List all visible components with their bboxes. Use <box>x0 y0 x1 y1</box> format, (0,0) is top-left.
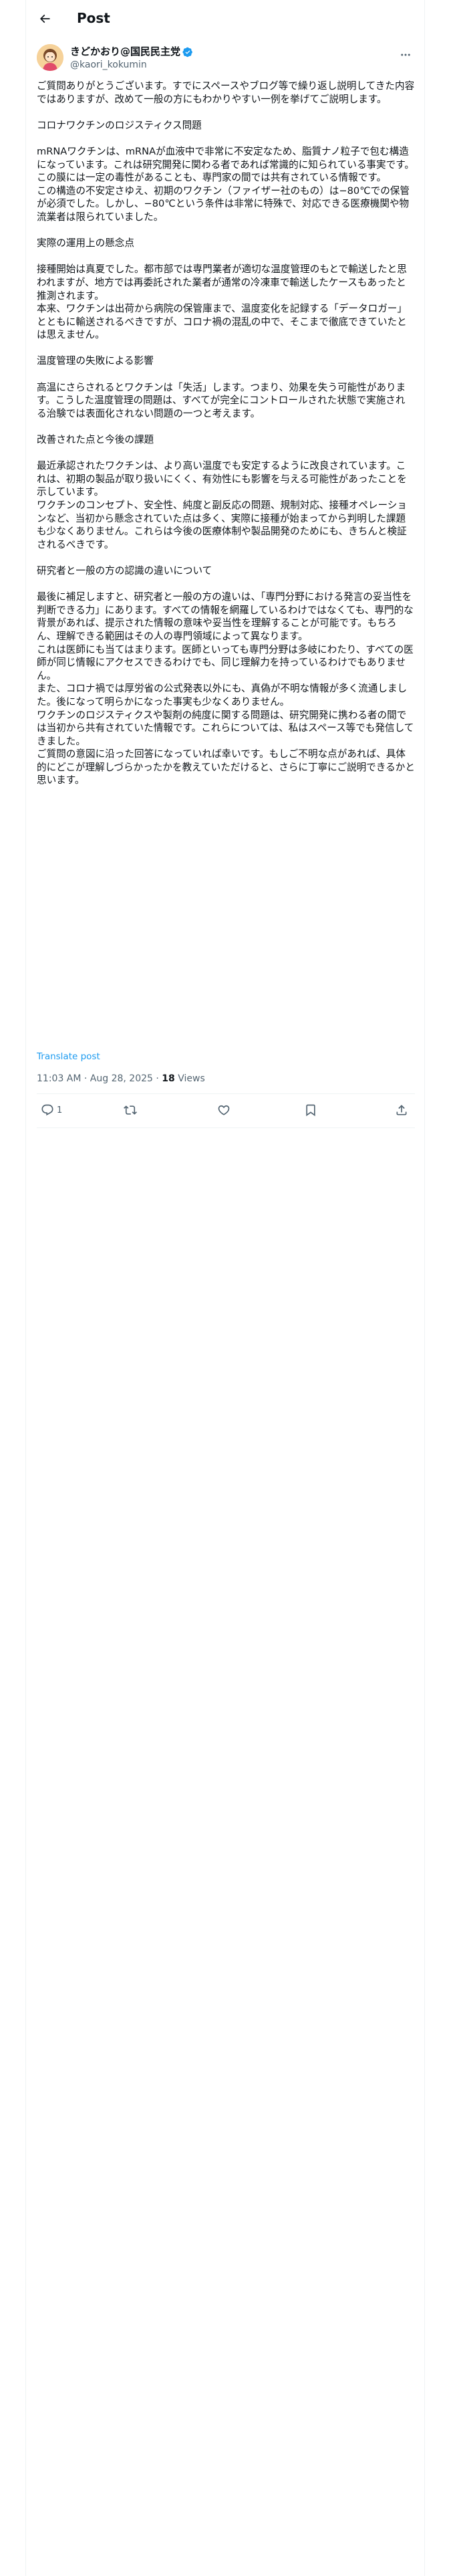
action-bar: 1 <box>37 1102 415 1118</box>
arrow-left-icon <box>39 14 50 23</box>
reply-icon <box>41 1104 53 1116</box>
post-timestamp[interactable]: 11:03 AM · Aug 28, 2025 <box>37 1073 153 1084</box>
views-count: 18 <box>162 1073 175 1084</box>
avatar-illustration-icon <box>37 44 63 71</box>
author-row: きどかおり@国民民主党 @kaori_kokumin <box>37 43 415 72</box>
reply-count: 1 <box>57 1105 63 1115</box>
page-title: Post <box>77 10 110 26</box>
top-bar: Post <box>26 0 426 37</box>
share-button[interactable] <box>395 1102 408 1118</box>
bookmark-button[interactable] <box>304 1102 317 1118</box>
author-handle[interactable]: @kaori_kokumin <box>70 59 147 71</box>
like-button[interactable] <box>217 1102 231 1118</box>
avatar[interactable] <box>37 44 63 71</box>
post-meta: 11:03 AM · Aug 28, 2025 · 18 Views <box>37 1073 205 1084</box>
back-button[interactable] <box>37 11 53 27</box>
verified-badge-icon <box>182 47 192 57</box>
post-column: Post きどかおり@国民民主党 @kaori_kokumin ご質問ありがとう… <box>25 0 425 2576</box>
more-options-button[interactable] <box>398 47 414 63</box>
more-dots-icon <box>401 53 410 56</box>
bookmark-icon <box>306 1104 315 1117</box>
meta-separator: · <box>152 1073 162 1084</box>
divider-top <box>37 1093 415 1094</box>
repost-icon <box>124 1105 137 1115</box>
heart-icon <box>218 1105 230 1115</box>
post-body: ご質問ありがとうございます。すでにスペースやブログ等で繰り返し説明してきた内容で… <box>37 80 415 786</box>
page: Post きどかおり@国民民主党 @kaori_kokumin ご質問ありがとう… <box>0 0 451 2576</box>
share-icon <box>396 1105 407 1115</box>
views-label: Views <box>174 1073 205 1084</box>
repost-button[interactable] <box>124 1102 137 1118</box>
translate-post-link[interactable]: Translate post <box>37 1051 100 1062</box>
author-name-row: きどかおり@国民民主党 <box>70 45 193 58</box>
reply-button[interactable]: 1 <box>41 1102 62 1118</box>
author-display-name[interactable]: きどかおり@国民民主党 <box>70 45 180 58</box>
